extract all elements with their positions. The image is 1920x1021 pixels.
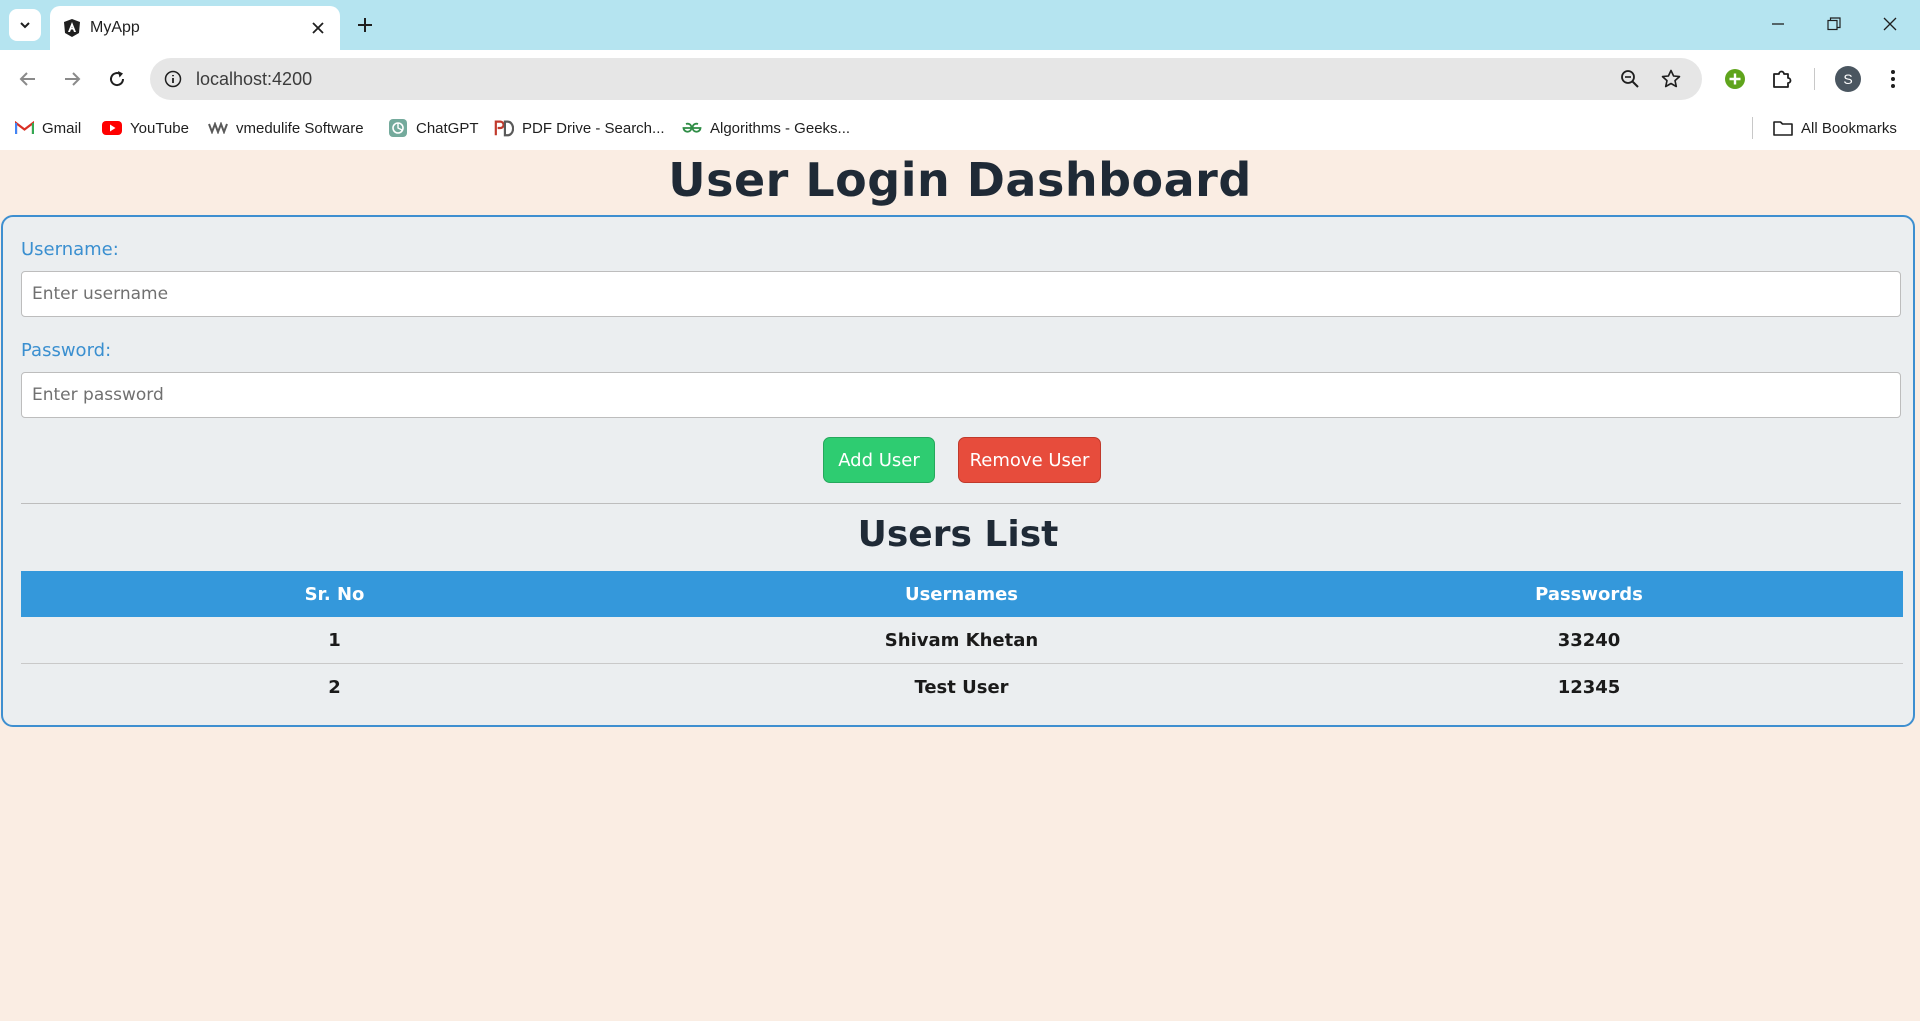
remove-user-button[interactable]: Remove User <box>958 437 1101 483</box>
cell-username: Shivam Khetan <box>648 617 1275 664</box>
bookmark-youtube[interactable]: YouTube <box>102 117 189 139</box>
pdf-drive-icon <box>494 119 514 137</box>
toolbar-divider <box>1814 68 1815 90</box>
cell-sr-no: 2 <box>328 676 341 698</box>
bookmark-geeksforgeeks[interactable]: Algorithms - Geeks... <box>682 117 850 139</box>
bookmark-label: Gmail <box>42 119 82 137</box>
restore-icon[interactable] <box>1806 0 1862 48</box>
table-row: 2 Test User 12345 <box>21 664 1903 711</box>
tab-close-icon[interactable] <box>306 16 330 40</box>
column-header-sr-no: Sr. No <box>21 571 648 617</box>
password-input[interactable] <box>21 372 1901 418</box>
column-header-passwords: Passwords <box>1275 571 1903 617</box>
tab-search-button[interactable] <box>9 9 41 41</box>
bookmark-label: YouTube <box>130 119 189 137</box>
cell-username: Test User <box>914 676 1009 698</box>
login-card: Username: Password: Add User Remove User… <box>1 215 1915 727</box>
star-icon[interactable] <box>1659 67 1683 91</box>
address-url: localhost:4200 <box>196 69 313 89</box>
chatgpt-icon <box>388 119 408 137</box>
tab-myapp[interactable]: MyApp <box>50 6 340 50</box>
site-info-icon[interactable] <box>162 68 184 90</box>
cell-password: 12345 <box>1557 676 1621 698</box>
username-input[interactable] <box>21 271 1901 317</box>
bookmarks-divider <box>1752 117 1753 139</box>
page-title: User Login Dashboard <box>668 153 1252 207</box>
geeksforgeeks-icon <box>682 119 702 137</box>
bookmark-pdf-drive[interactable]: PDF Drive - Search... <box>494 117 665 139</box>
bookmark-gmail[interactable]: Gmail <box>14 117 81 139</box>
add-user-button[interactable]: Add User <box>823 437 935 483</box>
cell-password: 33240 <box>1275 617 1903 664</box>
bookmark-label: vmedulife Software <box>236 119 364 137</box>
extensions-puzzle-icon[interactable] <box>1767 64 1797 94</box>
table-header-row: Sr. No Usernames Passwords <box>21 571 1903 617</box>
table-row: 1 Shivam Khetan 33240 <box>21 617 1903 664</box>
angular-icon <box>64 19 80 37</box>
bookmark-label: Algorithms - Geeks... <box>710 119 851 137</box>
username-label: Username: <box>21 239 119 260</box>
password-label: Password: <box>21 340 112 361</box>
back-arrow-icon[interactable] <box>13 64 43 94</box>
chevron-down-icon <box>20 22 30 29</box>
close-window-icon[interactable] <box>1862 0 1918 48</box>
folder-icon <box>1773 119 1793 137</box>
bookmark-chatgpt[interactable]: ChatGPT <box>388 117 479 139</box>
bookmark-label: ChatGPT <box>416 119 479 137</box>
column-header-usernames: Usernames <box>648 571 1275 617</box>
more-menu-icon[interactable] <box>1878 64 1908 94</box>
address-bar[interactable]: localhost:4200 <box>150 58 1702 100</box>
reload-icon[interactable] <box>102 64 132 94</box>
section-divider <box>21 503 1901 504</box>
cell-sr-no: 1 <box>21 617 648 664</box>
forward-arrow-icon[interactable] <box>57 64 87 94</box>
profile-avatar[interactable]: S <box>1835 66 1861 92</box>
all-bookmarks-label: All Bookmarks <box>1801 119 1897 137</box>
bookmark-vmedulife[interactable]: vmedulife Software <box>208 117 364 139</box>
users-list-title: Users List <box>857 514 1059 555</box>
minimize-icon[interactable] <box>1750 0 1806 48</box>
tab-title: MyApp <box>90 19 140 36</box>
gmail-icon <box>14 119 34 137</box>
vmedulife-icon <box>208 119 228 137</box>
new-tab-plus-icon[interactable] <box>352 12 378 38</box>
extension-plus-icon[interactable] <box>1720 64 1750 94</box>
users-table: Sr. No Usernames Passwords 1 Shivam Khet… <box>21 571 1903 710</box>
page-content: User Login Dashboard Username: Password:… <box>0 150 1920 1021</box>
tab-strip: MyApp <box>0 0 1920 50</box>
youtube-icon <box>102 119 122 137</box>
bookmark-label: PDF Drive - Search... <box>522 119 665 137</box>
zoom-icon[interactable] <box>1618 67 1642 91</box>
browser-toolbar: localhost:4200 S <box>0 50 1920 107</box>
bookmarks-bar: Gmail YouTube vmedulife Software ChatGPT… <box>0 107 1920 150</box>
all-bookmarks-button[interactable]: All Bookmarks <box>1773 117 1897 139</box>
